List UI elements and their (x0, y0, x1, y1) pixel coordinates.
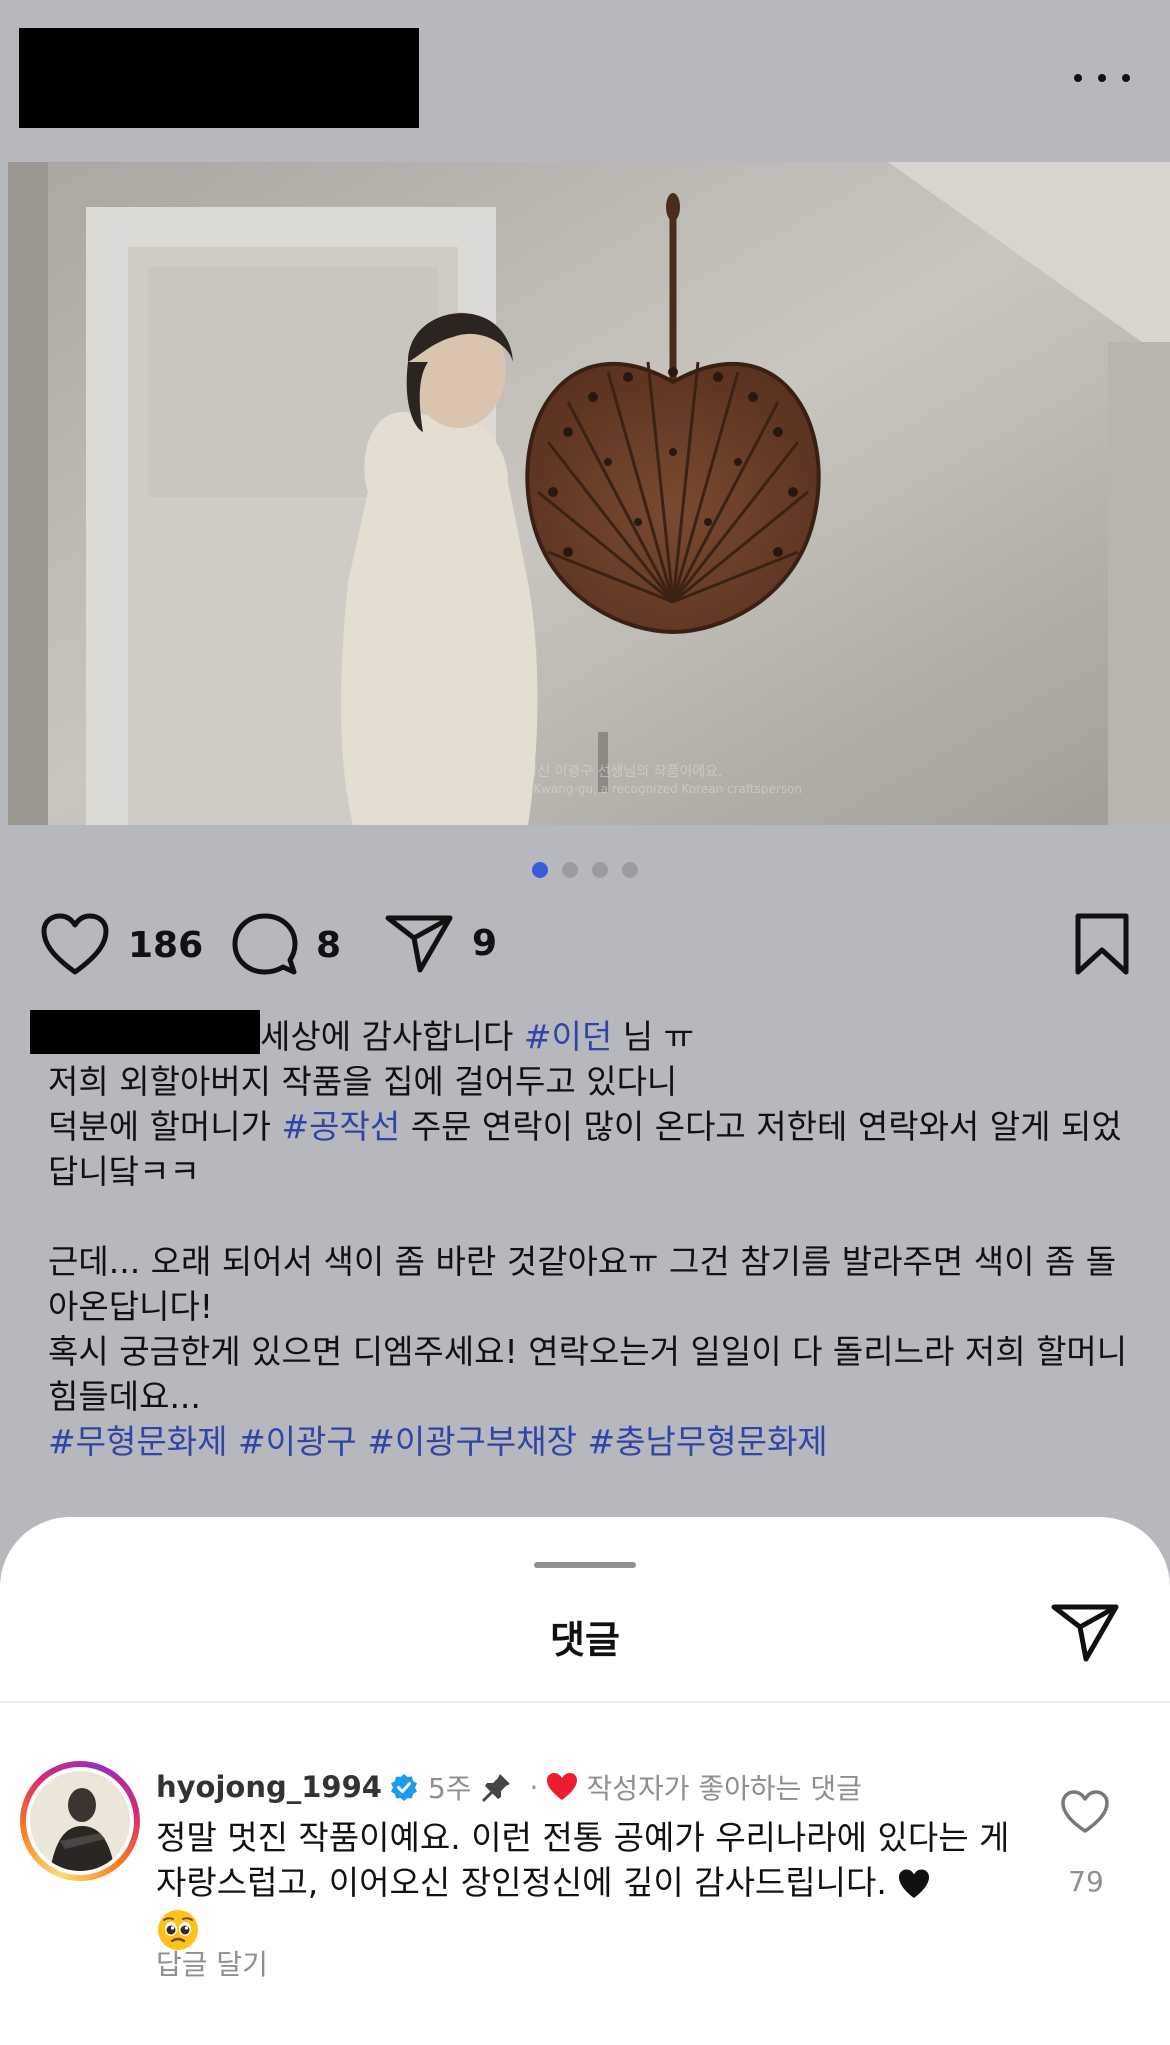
hashtag-link[interactable]: #이광구부채장 (367, 1422, 577, 1461)
hashtag-link[interactable]: #무형문화제 (48, 1422, 227, 1461)
post-actions-bar: 186 8 9 (40, 912, 1130, 992)
post-image[interactable]: 정원 상생님이신 이광구 선생님의 작품이에요. It's a piece by… (8, 162, 1170, 825)
caption-spacer (48, 1194, 1128, 1239)
divider (0, 1701, 1170, 1703)
verified-badge-icon (390, 1774, 417, 1801)
redacted-author (30, 1010, 260, 1054)
hashtag-link[interactable]: #이광구 (238, 1422, 357, 1461)
caption-line: 덕분에 할머니가 #공작선 주문 연락이 많이 온다고 저한테 연락와서 알게 … (48, 1107, 1122, 1191)
video-subtitle-korean: 정원 상생님이신 이광구 선생님의 작품이에요. (455, 764, 723, 780)
black-heart-icon (899, 1869, 930, 1898)
video-subtitle-english: It's a piece by Master Lee Kwang-gu, a r… (376, 782, 802, 796)
pin-icon (482, 1774, 510, 1802)
comment-meta: hyojong_1994 5주 · 작성자가 좋아하는 댓글 (156, 1767, 862, 1807)
avatar-image (30, 1771, 130, 1871)
pager-dot[interactable] (592, 862, 608, 878)
post-caption: 세상에 감사합니다 #이던 님 ㅠ 저희 외할아버지 작품을 집에 걸어두고 있… (30, 1010, 1128, 1464)
like-button[interactable]: 186 (40, 912, 203, 978)
caption-hashtags: #무형문화제 #이광구 #이광구부채장 #충남무형문화제 (48, 1419, 1128, 1464)
pager-dot-active[interactable] (532, 862, 548, 878)
redacted-username (19, 28, 419, 128)
hashtag-link[interactable]: #충남무형문화제 (588, 1422, 828, 1461)
pager-dot[interactable] (562, 862, 578, 878)
send-icon (1051, 1604, 1119, 1662)
photo-illustration (8, 162, 1170, 825)
caption-line: 세상에 감사합니다 #이던 님 ㅠ (30, 1010, 1128, 1059)
heart-outline-icon (1061, 1790, 1109, 1833)
hashtag-link[interactable]: #이던 (524, 1017, 612, 1056)
hashtag-link[interactable]: #공작선 (282, 1107, 401, 1146)
caption-line: 저희 외할아버지 작품을 집에 걸어두고 있다니 (48, 1062, 678, 1101)
liked-by-author-label: 작성자가 좋아하는 댓글 (586, 1772, 862, 1805)
comment-like-count: 79 (1068, 1865, 1104, 1898)
pager-dot[interactable] (622, 862, 638, 878)
avatar[interactable] (20, 1761, 140, 1881)
save-button[interactable] (1074, 912, 1130, 976)
sheet-title: 댓글 (550, 1618, 620, 1662)
heart-outline-icon (41, 913, 109, 975)
share-button[interactable]: 9 (384, 912, 497, 974)
comment-text: 정말 멋진 작품이예요. 이런 전통 공예가 우리나라에 있다는 게 자랑스럽고… (156, 1815, 1016, 1952)
liked-heart-icon (547, 1773, 578, 1800)
reply-button[interactable]: 답글 달기 (156, 1943, 268, 1983)
more-options-button[interactable] (1074, 66, 1130, 90)
comment-like-button[interactable] (1060, 1789, 1110, 1839)
sheet-grabber[interactable] (534, 1562, 636, 1568)
caption-line: 근데... 오래 되어서 색이 좀 바란 것같아요ㅠ 그건 참기름 발라주면 색… (48, 1242, 1117, 1326)
share-comments-button[interactable] (1050, 1601, 1120, 1667)
caption-line: 혹시 궁금한게 있으면 디엠주세요! 연락오는거 일일이 다 돌리느라 저희 할… (48, 1332, 1128, 1416)
carousel-pager (0, 862, 1170, 878)
comment-count: 8 (316, 924, 342, 966)
comment-time: 5주 (427, 1772, 472, 1805)
share-count: 9 (472, 922, 498, 964)
post-header (0, 0, 1170, 160)
comment-bubble-icon (232, 913, 298, 975)
bookmark-icon (1075, 913, 1129, 975)
comments-sheet: 댓글 hyojong_1994 5주 · 작성자가 좋아하는 댓글 정말 멋진 … (0, 1517, 1170, 2045)
like-count: 186 (128, 924, 204, 966)
send-icon (385, 915, 453, 973)
more-horizontal-icon (1074, 74, 1082, 82)
comment-username[interactable]: hyojong_1994 (156, 1770, 382, 1804)
comment-button[interactable]: 8 (232, 912, 341, 978)
